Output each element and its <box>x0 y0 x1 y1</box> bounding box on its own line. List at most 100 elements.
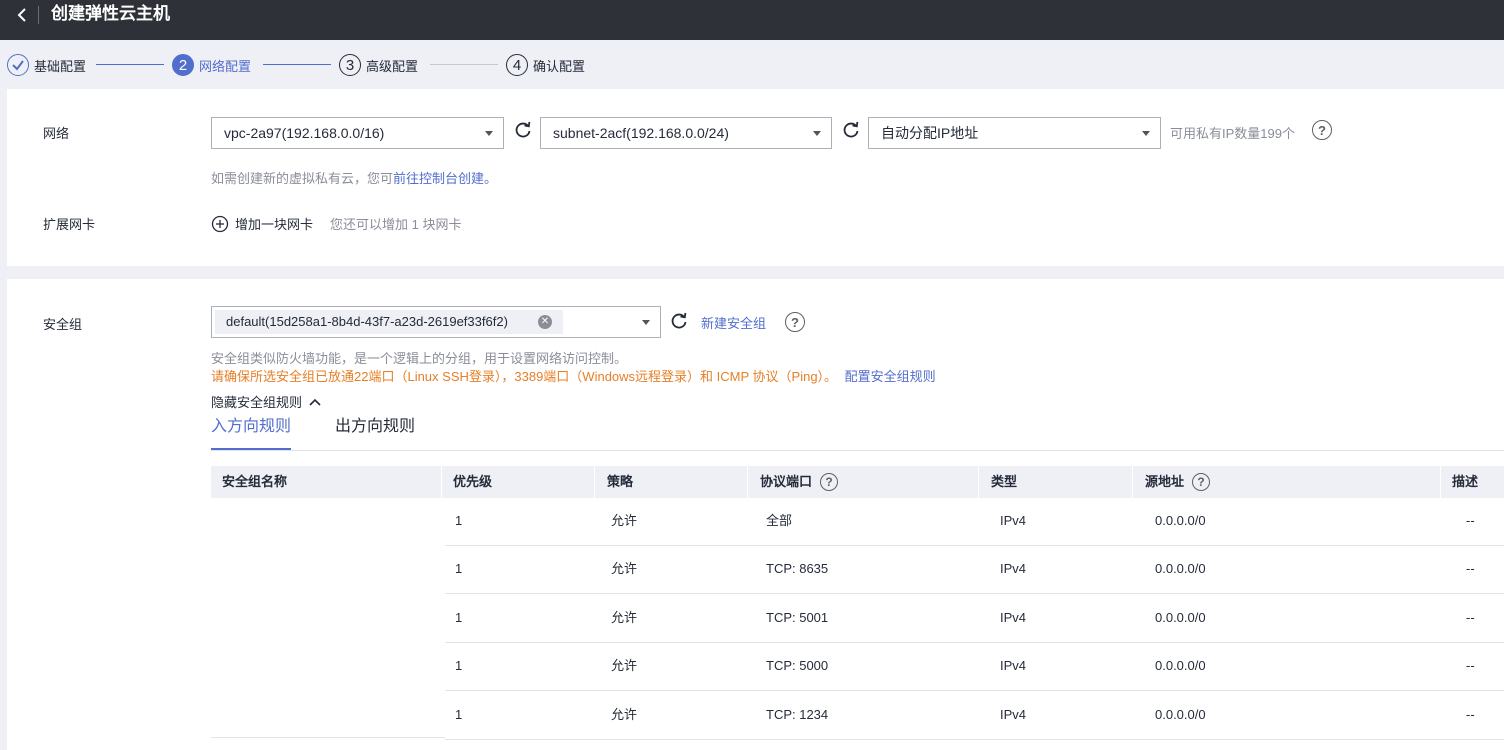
ip-mode-select[interactable]: 自动分配IP地址 <box>868 117 1161 149</box>
step-network[interactable]: 2 网络配置 <box>172 53 251 77</box>
nic-label: 扩展网卡 <box>43 217 96 232</box>
col-header-text: 源地址 <box>1145 474 1185 489</box>
cell-policy: 允许 <box>611 561 638 577</box>
cell-port: TCP: 5000 <box>766 658 829 674</box>
back-arrow-icon[interactable] <box>12 5 32 25</box>
security-group-tag: default(15d258a1-8b4d-43f7-a23d-2619ef33… <box>215 310 563 334</box>
vpc-hint: 如需创建新的虚拟私有云，您可前往控制台创建。 <box>211 168 497 187</box>
cell-source: 0.0.0.0/0 <box>1155 561 1206 577</box>
col-header: 描述 <box>1452 474 1479 489</box>
config-rules-link[interactable]: 配置安全组规则 <box>845 369 936 384</box>
top-bar: 创建弹性云主机 <box>0 0 1504 40</box>
ip-available-text: 可用私有IP数量199个 <box>1170 126 1295 141</box>
cell-source: 0.0.0.0/0 <box>1155 658 1206 674</box>
refresh-icon[interactable] <box>670 312 688 330</box>
cell-priority: 1 <box>455 513 463 528</box>
help-icon[interactable]: ? <box>1312 120 1332 140</box>
step-label: 网络配置 <box>199 58 252 74</box>
table-row: 1 允许 TCP: 5000 IPv4 0.0.0.0/0 -- <box>445 643 1504 692</box>
cell-priority: 1 <box>455 706 463 722</box>
col-divider <box>1440 466 1441 498</box>
toggle-rules-button[interactable]: 隐藏安全组规则 <box>211 392 322 411</box>
step-connector <box>96 64 164 65</box>
cell-policy: 允许 <box>611 706 638 722</box>
caret-down-icon <box>485 131 493 136</box>
page-title: 创建弹性云主机 <box>51 4 170 23</box>
cell-desc: -- <box>1466 513 1475 528</box>
security-panel: 安全组 default(15d258a1-8b4d-43f7-a23d-2619… <box>7 279 1504 750</box>
cell-desc: -- <box>1466 561 1475 577</box>
create-security-group-link[interactable]: 新建安全组 <box>701 313 766 332</box>
table-row: 1 允许 TCP: 5001 IPv4 0.0.0.0/0 -- <box>445 595 1504 643</box>
check-icon <box>7 54 29 76</box>
table-group-divider <box>211 737 445 738</box>
cell-desc: -- <box>1466 658 1475 674</box>
tab-outbound[interactable]: 出方向规则 <box>335 415 415 439</box>
table-row: 1 允许 TCP: 8635 IPv4 0.0.0.0/0 -- <box>445 546 1504 595</box>
plus-circle-icon <box>211 215 229 232</box>
step-number: 2 <box>172 54 194 76</box>
toggle-rules-label: 隐藏安全组规则 <box>211 395 303 410</box>
network-panel: 网络 vpc-2a97(192.168.0.0/16) subnet-2acf(… <box>7 89 1504 266</box>
nic-hint: 您还可以增加 1 块网卡 <box>330 217 462 232</box>
help-icon[interactable]: ? <box>820 472 839 491</box>
subnet-value: subnet-2acf(192.168.0.0/24) <box>553 125 729 141</box>
col-header: 优先级 <box>453 474 493 489</box>
close-icon[interactable]: ✕ <box>538 315 552 329</box>
cell-desc: -- <box>1466 706 1475 722</box>
tab-inbound[interactable]: 入方向规则 <box>211 415 292 450</box>
security-warning: 请确保所选安全组已放通22端口（Linux SSH登录），3389端口（Wind… <box>211 366 936 385</box>
step-connector <box>430 64 498 65</box>
cell-port: TCP: 8635 <box>766 561 829 577</box>
col-header: 策略 <box>607 474 634 489</box>
security-group-select[interactable]: default(15d258a1-8b4d-43f7-a23d-2619ef33… <box>211 306 661 338</box>
col-header: 类型 <box>991 474 1018 489</box>
step-label: 确认配置 <box>533 58 586 74</box>
security-group-label: 安全组 <box>43 317 83 332</box>
cell-source: 0.0.0.0/0 <box>1155 513 1206 528</box>
step-advanced[interactable]: 3 高级配置 <box>339 53 418 77</box>
subnet-select[interactable]: subnet-2acf(192.168.0.0/24) <box>540 117 832 149</box>
cell-priority: 1 <box>455 658 463 674</box>
col-divider <box>747 466 748 498</box>
help-icon[interactable]: ? <box>785 312 805 332</box>
cell-port: TCP: 5001 <box>766 609 829 625</box>
security-group-value: default(15d258a1-8b4d-43f7-a23d-2619ef33… <box>226 314 508 329</box>
col-header-port: 协议端口? <box>760 466 839 498</box>
vpc-hint-suffix: 。 <box>484 171 498 186</box>
chevron-up-icon <box>309 398 321 406</box>
caret-down-icon <box>642 320 650 325</box>
rules-table-header: 安全组名称 优先级 策略 协议端口? 类型 源地址? 描述 <box>211 466 1504 498</box>
col-divider <box>594 466 595 498</box>
vpc-value: vpc-2a97(192.168.0.0/16) <box>224 125 385 141</box>
caret-down-icon <box>1142 131 1150 136</box>
vpc-select[interactable]: vpc-2a97(192.168.0.0/16) <box>211 117 504 149</box>
step-confirm[interactable]: 4 确认配置 <box>506 53 585 77</box>
console-create-link[interactable]: 前往控制台创建 <box>393 171 484 186</box>
cell-desc: -- <box>1466 609 1475 625</box>
step-label: 基础配置 <box>34 58 87 74</box>
refresh-icon[interactable] <box>842 121 860 139</box>
step-basic[interactable]: 基础配置 <box>7 53 86 77</box>
wizard-steps: 基础配置 2 网络配置 3 高级配置 4 确认配置 <box>0 40 1504 88</box>
caret-down-icon <box>813 131 821 136</box>
help-icon[interactable]: ? <box>1192 472 1211 491</box>
cell-type: IPv4 <box>1000 513 1027 528</box>
table-row: 1 允许 全部 IPv4 0.0.0.0/0 -- <box>445 498 1504 546</box>
add-nic-button[interactable]: 增加一块网卡 <box>211 214 313 233</box>
col-header-source: 源地址? <box>1145 466 1211 498</box>
cell-type: IPv4 <box>1000 561 1027 577</box>
cell-source: 0.0.0.0/0 <box>1155 609 1206 625</box>
rules-tabs: 入方向规则 出方向规则 <box>211 415 1504 451</box>
step-number: 4 <box>506 54 528 76</box>
cell-port: TCP: 1234 <box>766 706 829 722</box>
ip-mode-value: 自动分配IP地址 <box>881 125 979 141</box>
vpc-hint-text: 如需创建新的虚拟私有云，您可 <box>211 171 394 186</box>
col-divider <box>441 466 442 498</box>
cell-priority: 1 <box>455 609 463 625</box>
refresh-icon[interactable] <box>514 121 532 139</box>
security-desc: 安全组类似防火墙功能，是一个逻辑上的分组，用于设置网络访问控制。 <box>211 351 628 366</box>
add-nic-label: 增加一块网卡 <box>235 217 314 232</box>
cell-source: 0.0.0.0/0 <box>1155 706 1206 722</box>
cell-type: IPv4 <box>1000 609 1027 625</box>
